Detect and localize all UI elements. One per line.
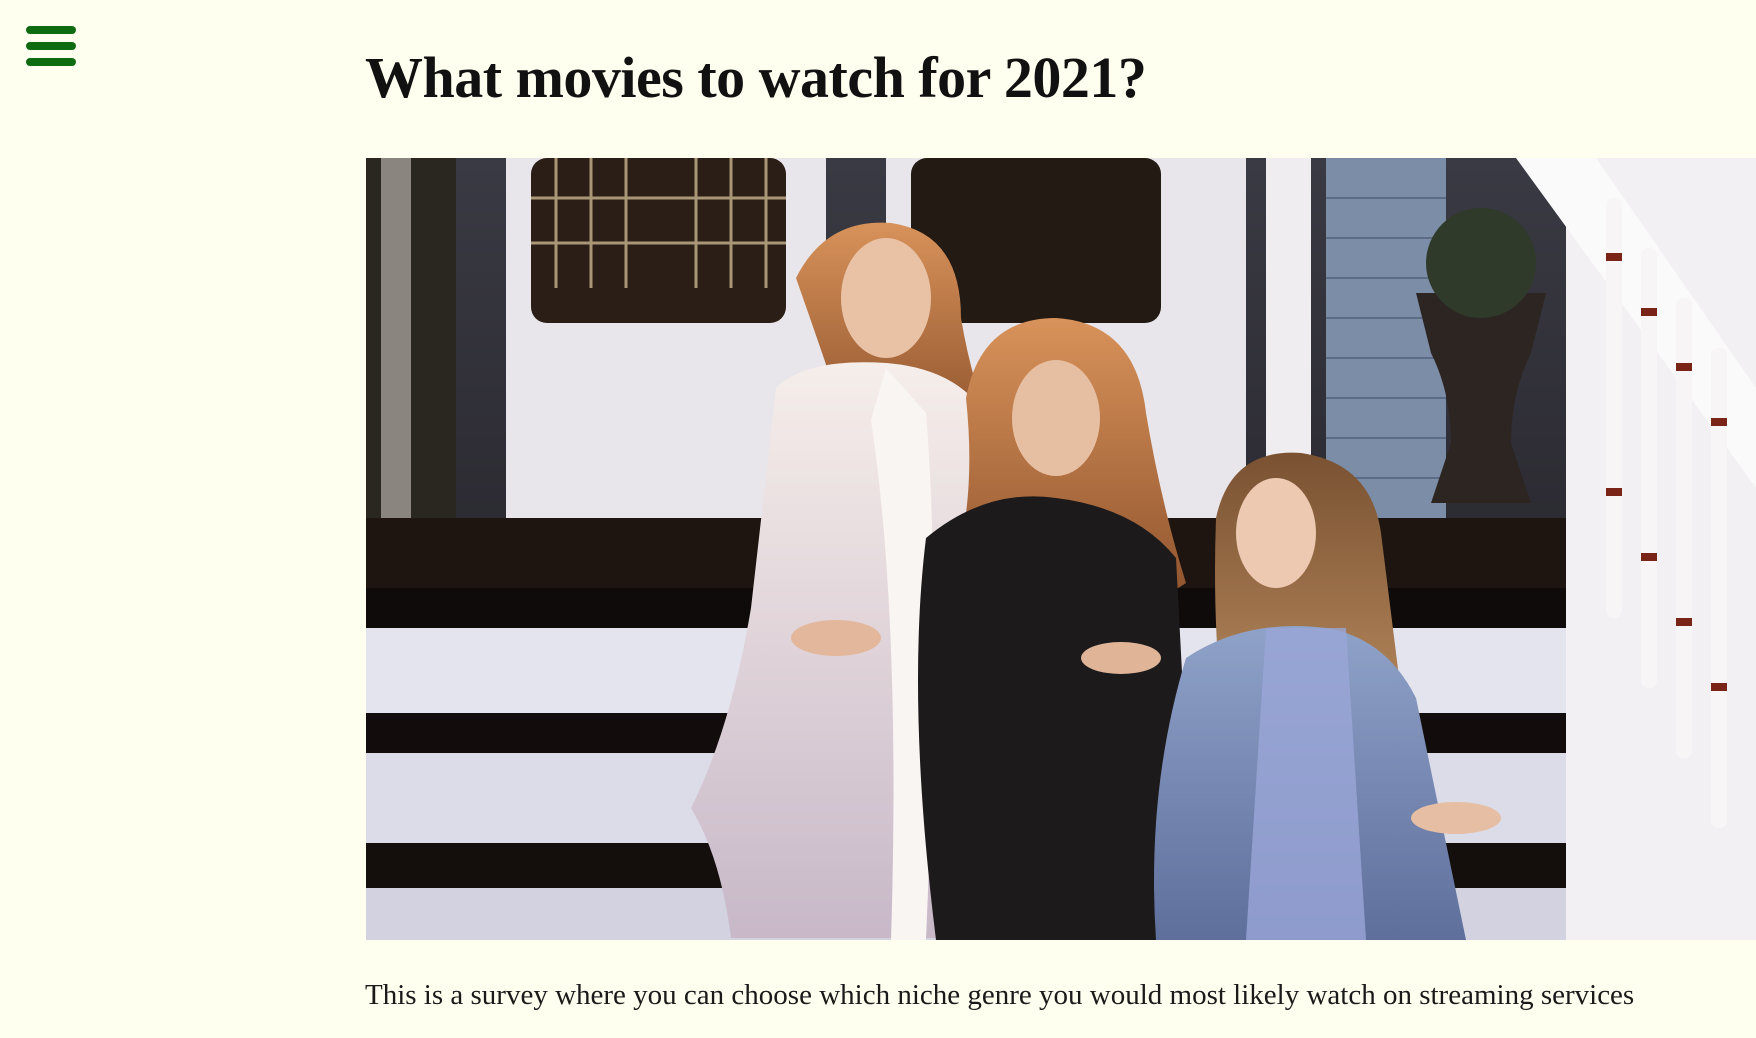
page-title: What movies to watch for 2021? xyxy=(365,45,1147,110)
hamburger-menu-icon[interactable] xyxy=(26,24,76,68)
menu-bar-bottom xyxy=(26,58,76,66)
hero-image xyxy=(366,158,1756,940)
menu-bar-middle xyxy=(26,42,76,50)
intro-text: This is a survey where you can choose wh… xyxy=(365,979,1635,1011)
menu-bar-top xyxy=(26,26,76,34)
